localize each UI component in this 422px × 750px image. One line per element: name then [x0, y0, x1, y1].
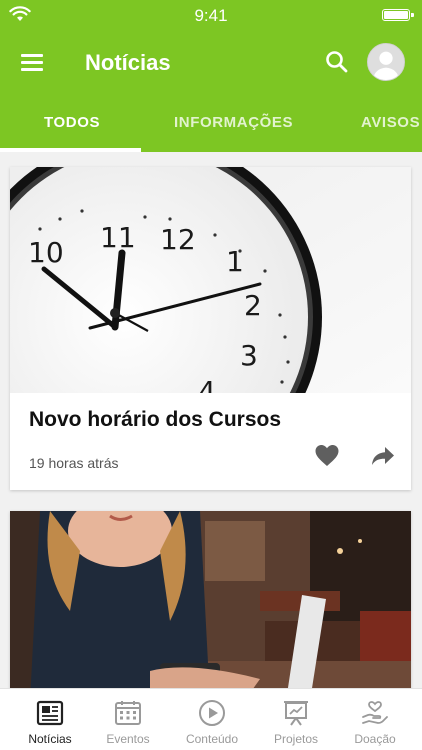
nav-projetos[interactable]: Projetos	[254, 689, 338, 750]
svg-text:2: 2	[244, 289, 262, 322]
app-bar: Notícias	[0, 30, 422, 94]
nav-doacao[interactable]: Doação	[333, 689, 417, 750]
user-avatar[interactable]	[367, 43, 405, 81]
news-timestamp: 19 horas atrás	[29, 455, 119, 471]
news-card[interactable]: 10 11 12 1 2 3 4 Novo horário dos Cursos…	[10, 167, 411, 490]
svg-text:12: 12	[160, 223, 196, 256]
tab-avisos[interactable]: AVISOS	[361, 114, 420, 131]
hamburger-menu-icon[interactable]	[16, 48, 50, 76]
battery-icon	[382, 9, 414, 21]
tab-todos[interactable]: TODOS	[44, 114, 100, 131]
nav-label: Doação	[354, 732, 396, 746]
newspaper-icon	[36, 700, 64, 726]
wall-clock-photo: 10 11 12 1 2 3 4	[10, 167, 411, 393]
news-title[interactable]: Novo horário dos Cursos	[29, 408, 281, 432]
share-arrow-icon[interactable]	[370, 443, 396, 469]
status-time: 9:41	[194, 6, 228, 25]
status-bar: 9:41	[0, 0, 422, 30]
svg-text:1: 1	[226, 245, 244, 278]
nav-label: Conteúdo	[185, 732, 239, 746]
nav-label: Eventos	[106, 732, 150, 746]
page-title: Notícias	[85, 50, 171, 75]
nav-label: Projetos	[273, 732, 319, 746]
heart-icon[interactable]	[314, 443, 340, 469]
donation-hand-heart-icon	[362, 701, 388, 724]
nav-noticias[interactable]: Notícias	[8, 689, 92, 750]
bottom-navigation: Notícias Eventos Conteúdo Projetos Doaçã…	[0, 688, 422, 750]
news-card[interactable]	[10, 511, 411, 688]
svg-text:10: 10	[28, 236, 64, 269]
news-feed: 10 11 12 1 2 3 4 Novo horário dos Cursos…	[0, 152, 422, 688]
svg-text:11: 11	[100, 221, 136, 254]
play-circle-icon	[199, 700, 225, 726]
calendar-icon	[115, 701, 141, 725]
category-tabs: TODOS INFORMAÇÕES AVISOS	[0, 94, 422, 152]
woman-with-phone-photo	[10, 511, 411, 688]
tab-informacoes[interactable]: INFORMAÇÕES	[174, 114, 293, 131]
svg-text:4: 4	[198, 375, 216, 393]
nav-conteudo[interactable]: Conteúdo	[170, 689, 254, 750]
nav-eventos[interactable]: Eventos	[86, 689, 170, 750]
nav-label: Notícias	[28, 732, 72, 746]
presentation-board-icon	[284, 701, 308, 726]
search-icon[interactable]	[323, 48, 351, 76]
svg-text:3: 3	[240, 339, 258, 372]
person-silhouette-icon	[368, 44, 404, 80]
